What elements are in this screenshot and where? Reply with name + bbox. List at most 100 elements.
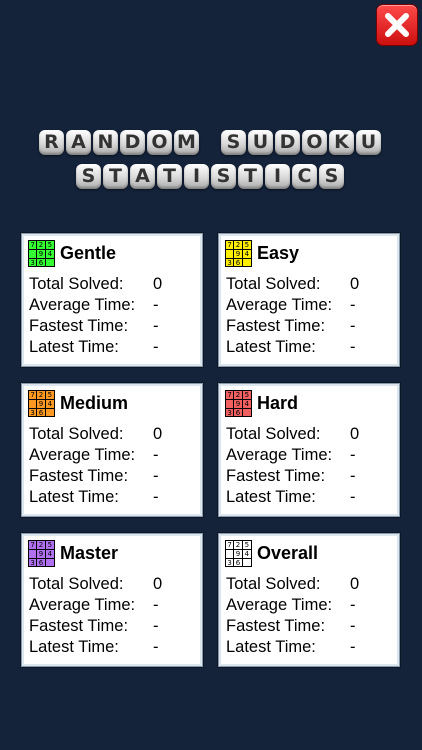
title-letter-tile: I <box>265 164 290 189</box>
stat-row-average-time: Average Time: - <box>226 295 380 316</box>
stat-label: Fastest Time: <box>226 617 326 635</box>
stat-value: - <box>153 596 159 614</box>
grid-cell <box>46 409 54 417</box>
stat-value: - <box>350 317 356 335</box>
stat-row-total-solved: Total Solved: 0 <box>226 574 380 595</box>
grid-cell: 7 <box>226 241 235 250</box>
grid-cell: 5 <box>45 241 54 250</box>
grid-cell: 6 <box>234 559 243 567</box>
stat-row-average-time: Average Time: - <box>29 445 183 466</box>
sudoku-grid-icon: 7259436 <box>28 540 55 567</box>
close-x-icon <box>385 13 409 37</box>
stat-label: Latest Time: <box>226 338 316 356</box>
stat-row-average-time: Average Time: - <box>226 595 380 616</box>
card-header: 7 2 5 9 4 3 6 Medium <box>28 390 128 417</box>
stat-label: Fastest Time: <box>29 317 129 335</box>
grid-cell: 3 <box>29 259 38 267</box>
stats-card-overall: 7 2 5 9 4 3 6 Overall Total Solved: 0 Average Time… <box>218 533 400 667</box>
stat-value: - <box>350 617 356 635</box>
title-spacer <box>201 130 219 155</box>
stat-row-average-time: Average Time: - <box>29 595 183 616</box>
stat-label: Average Time: <box>29 446 136 464</box>
title-letter-tile: D <box>120 130 145 155</box>
stat-row-total-solved: Total Solved: 0 <box>226 274 380 295</box>
title-letter-tile: K <box>329 130 354 155</box>
title-letter-tile: U <box>248 130 273 155</box>
stat-value: - <box>153 446 159 464</box>
stat-value: 0 <box>350 425 360 443</box>
grid-cell <box>243 259 251 267</box>
stat-label: Total Solved: <box>226 575 321 593</box>
stat-row-average-time: Average Time: - <box>29 295 183 316</box>
stat-label: Total Solved: <box>226 425 321 443</box>
grid-cell <box>29 550 38 559</box>
title-letter-tile: T <box>103 164 128 189</box>
stat-value: - <box>153 338 159 356</box>
stat-value: - <box>350 596 356 614</box>
grid-cell: 7 <box>226 541 235 550</box>
stat-row-fastest-time: Fastest Time: - <box>226 316 380 337</box>
stat-value: - <box>153 296 159 314</box>
close-button[interactable] <box>376 4 418 46</box>
grid-cell: 9 <box>234 550 243 559</box>
stats-card-hard: 7 2 5 9 4 3 6 Hard Total Solved: 0 Average Time: - F… <box>218 383 400 517</box>
stat-row-total-solved: Total Solved: 0 <box>29 424 183 445</box>
grid-cell <box>226 400 235 409</box>
stat-row-average-time: Average Time: - <box>226 445 380 466</box>
title-line-2: STATISTICS <box>0 164 422 189</box>
stat-row-fastest-time: Fastest Time: - <box>226 616 380 637</box>
card-title: Medium <box>60 393 129 413</box>
grid-cell: 7 <box>29 541 38 550</box>
sudoku-grid-icon: 7259436 <box>225 390 252 417</box>
title-letter-tile: O <box>302 130 327 155</box>
stat-label: Fastest Time: <box>29 617 129 635</box>
title-letter-tile: R <box>39 130 64 155</box>
title-letter-tile: N <box>93 130 118 155</box>
title-line-1: RANDOM SUDOKU <box>0 130 422 155</box>
stat-label: Average Time: <box>29 296 136 314</box>
stat-label: Average Time: <box>226 596 333 614</box>
stat-label: Average Time: <box>226 446 333 464</box>
title-letter-tile: U <box>356 130 381 155</box>
stat-row-fastest-time: Fastest Time: - <box>29 316 183 337</box>
title-letter-tile: I <box>184 164 209 189</box>
grid-cell: 2 <box>37 541 46 550</box>
title-letter-tile: S <box>76 164 101 189</box>
stat-value: - <box>153 638 159 656</box>
sudoku-grid-icon: 7259436 <box>28 240 55 267</box>
grid-cell <box>243 559 251 567</box>
grid-cell <box>226 250 235 259</box>
stat-value: 0 <box>153 275 163 293</box>
grid-cell: 6 <box>234 259 243 267</box>
stat-row-fastest-time: Fastest Time: - <box>226 466 380 487</box>
sudoku-grid-icon: 7259436 <box>28 390 55 417</box>
stat-value: 0 <box>350 275 360 293</box>
grid-cell: 6 <box>37 409 46 417</box>
stat-row-fastest-time: Fastest Time: - <box>29 616 183 637</box>
grid-cell: 7 <box>29 391 38 400</box>
title-letter-tile: T <box>157 164 182 189</box>
card-header: 7 2 5 9 4 3 6 Overall <box>225 540 318 567</box>
title-letter-tile: D <box>275 130 300 155</box>
grid-cell: 6 <box>37 259 46 267</box>
grid-cell: 4 <box>45 550 54 559</box>
grid-cell: 7 <box>226 391 235 400</box>
stat-value: - <box>153 317 159 335</box>
title-letter-tile: T <box>238 164 263 189</box>
card-title: Master <box>60 543 119 563</box>
grid-cell: 3 <box>226 409 235 417</box>
grid-cell: 5 <box>45 541 54 550</box>
grid-cell <box>46 559 54 567</box>
grid-cell: 4 <box>242 400 251 409</box>
stat-label: Total Solved: <box>29 425 124 443</box>
grid-cell: 9 <box>234 400 243 409</box>
stats-card-easy: 7 2 5 9 4 3 6 Easy Total Solved: 0 Average Time: - F… <box>218 233 400 367</box>
grid-cell <box>29 250 38 259</box>
grid-cell: 2 <box>37 391 46 400</box>
grid-cell: 9 <box>234 250 243 259</box>
stat-label: Latest Time: <box>29 338 119 356</box>
grid-cell: 3 <box>226 259 235 267</box>
stat-value: 0 <box>350 575 360 593</box>
stat-value: - <box>350 296 356 314</box>
stat-row-latest-time: Latest Time: - <box>226 337 380 358</box>
